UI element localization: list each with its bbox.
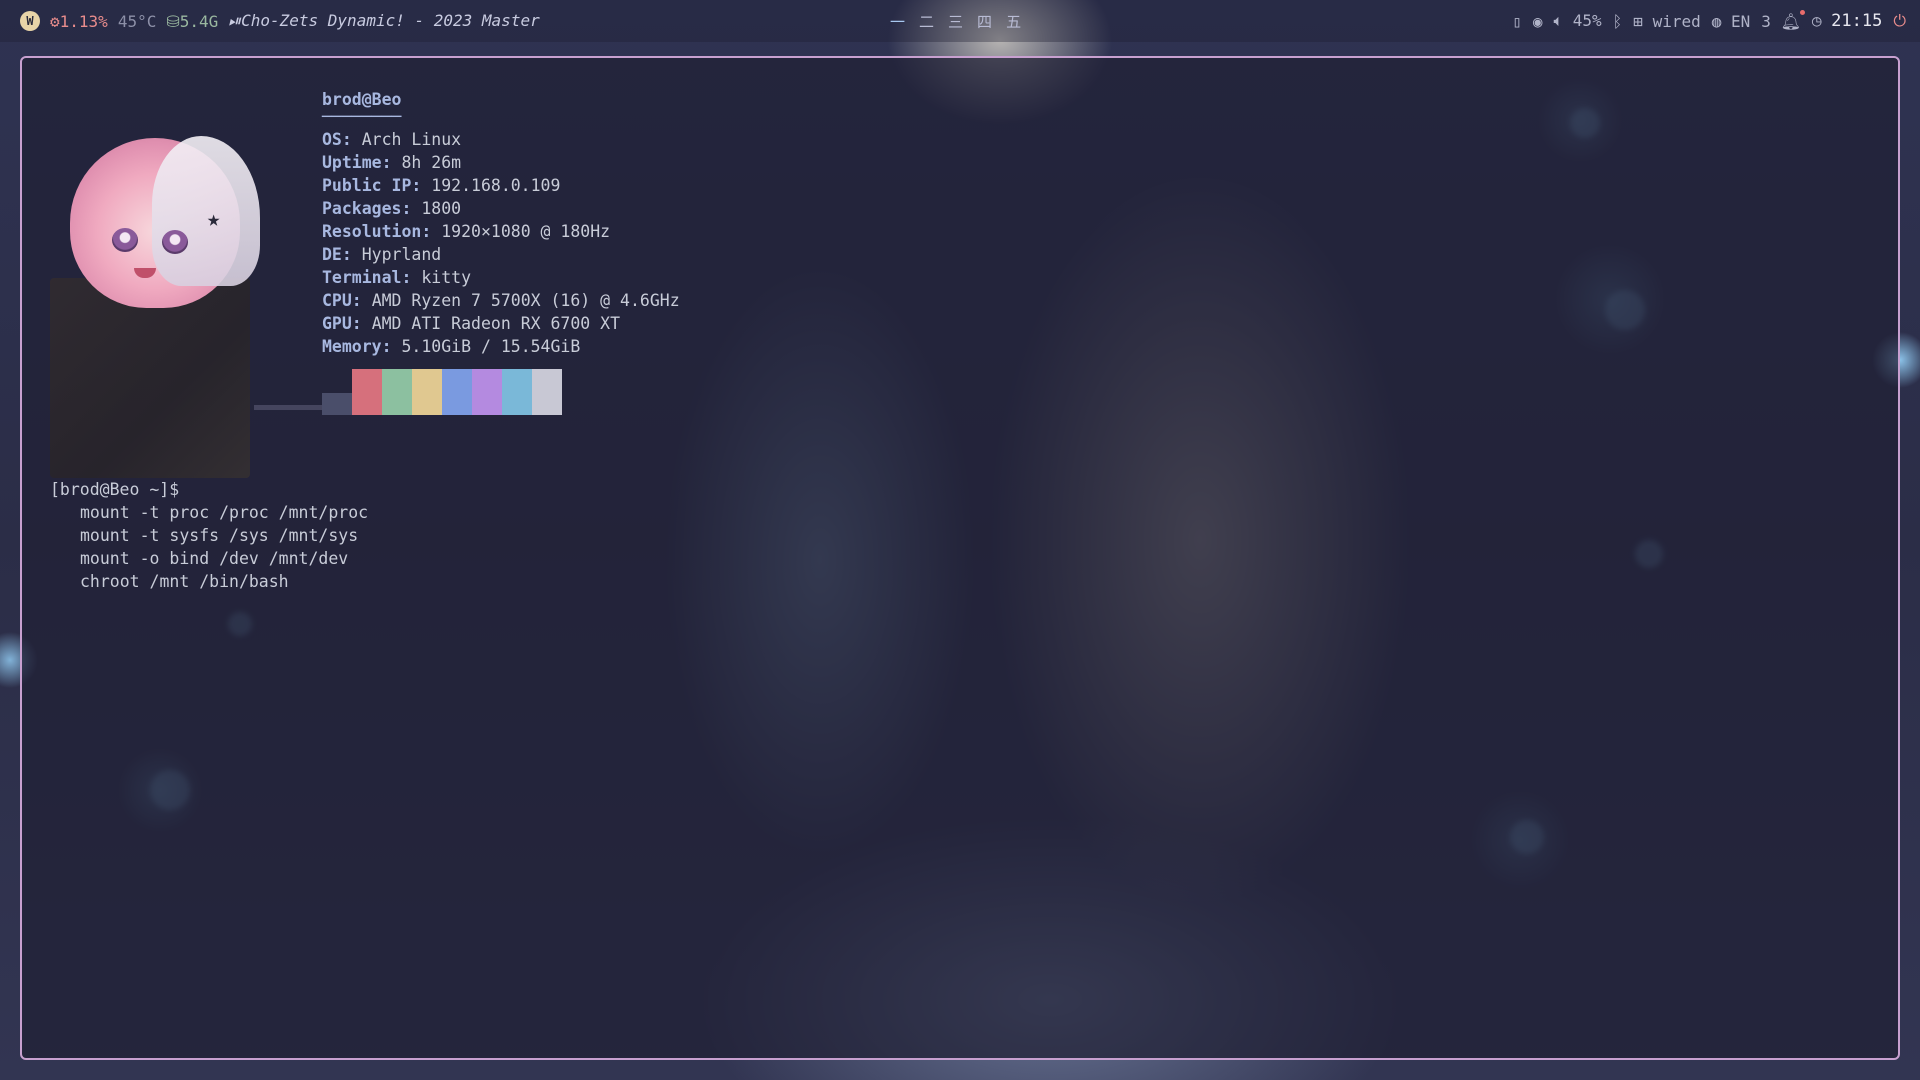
palette-swatch — [382, 369, 412, 415]
disk-value: 5.4G — [179, 11, 219, 31]
fetch-value: 192.168.0.109 — [431, 176, 561, 195]
network[interactable]: ⊞ wired — [1633, 12, 1700, 31]
notifications[interactable]: 3 🔔︎ — [1761, 12, 1801, 31]
palette-swatch — [412, 369, 442, 415]
fetch-key: Resolution: — [322, 222, 432, 241]
language-code: EN — [1731, 11, 1751, 31]
fetch-key: OS: — [322, 130, 352, 149]
ethernet-icon: ⊞ — [1633, 11, 1643, 31]
fetch-row-gpu: GPU: AMD ATI Radeon RX 6700 XT — [322, 312, 680, 335]
fetch-row-public-ip: Public IP: 192.168.0.109 — [322, 174, 680, 197]
discord-icon[interactable]: ◉ — [1533, 12, 1543, 31]
star-icon: ★ — [207, 207, 221, 232]
palette-swatch — [532, 369, 562, 415]
palette-swatch — [502, 369, 532, 415]
shell-command-line: mount -t proc /proc /mnt/proc — [80, 503, 369, 522]
speaker-icon: 🔈︎ — [1553, 11, 1564, 30]
fetch-key: Uptime: — [322, 153, 392, 172]
media-title: Cho-Zets Dynamic! - 2023 Master — [241, 11, 540, 30]
cpu-icon: ⚙ — [50, 11, 60, 31]
fetch-row-os: OS: Arch Linux — [322, 128, 680, 151]
bluetooth-icon[interactable]: ᛒ — [1613, 12, 1623, 31]
fetch-value: 5.10GiB / 15.54GiB — [401, 337, 581, 356]
notification-count: 3 — [1761, 11, 1771, 31]
palette-swatch — [322, 393, 352, 415]
bell-icon: 🔔︎ — [1780, 11, 1801, 31]
logo-background — [50, 278, 250, 478]
fetch-key: Packages: — [322, 199, 412, 218]
workspace-2[interactable]: 二 — [919, 11, 934, 32]
fetch-key: Terminal: — [322, 268, 412, 287]
fetch-key: GPU: — [322, 314, 362, 333]
power-icon[interactable]: ⏻ — [1893, 11, 1906, 31]
cpu-value: 1.13% — [59, 11, 108, 31]
fetch-row-packages: Packages: 1800 — [322, 197, 680, 220]
network-status: wired — [1652, 11, 1701, 31]
fetch-row-de: DE: Hyprland — [322, 243, 680, 266]
workspaces: 一 二 三 四 五 — [890, 11, 1021, 32]
wallpaper-widget-bar — [254, 405, 324, 410]
palette-swatch — [472, 369, 502, 415]
fetch-value: AMD Ryzen 7 5700X (16) @ 4.6GHz — [371, 291, 680, 310]
clock-time: 21:15 — [1831, 11, 1883, 31]
fetch-row-terminal: Terminal: kitty — [322, 266, 680, 289]
fetch-value: Hyprland — [361, 245, 442, 264]
workspace-1[interactable]: 一 — [890, 11, 905, 32]
fetch-row-resolution: Resolution: 1920×1080 @ 180Hz — [322, 220, 680, 243]
fetch-value: Arch Linux — [361, 130, 462, 149]
clock[interactable]: ◷ 21:15 — [1812, 11, 1882, 31]
fetch-info: brod@Beo ──────── OS: Arch Linux Uptime:… — [322, 88, 680, 415]
fetch-key: Memory: — [322, 337, 392, 356]
shell-prompt: [brod@Beo ~]$ — [50, 480, 180, 499]
fetch-row-cpu: CPU: AMD Ryzen 7 5700X (16) @ 4.6GHz — [322, 289, 680, 312]
workspace-4[interactable]: 四 — [977, 11, 992, 32]
disk-usage[interactable]: ⛁5.4G — [166, 12, 218, 31]
volume-value: 45% — [1572, 11, 1602, 30]
palette-swatch — [352, 369, 382, 415]
avatar-right-eye — [162, 230, 188, 254]
palette-swatch — [442, 369, 472, 415]
workspace-5[interactable]: 五 — [1006, 11, 1021, 32]
volume[interactable]: 🔈︎ 45% — [1554, 11, 1602, 31]
terminal-window[interactable]: ★ brod@Beo ──────── OS: Arch Linux Uptim… — [20, 56, 1900, 1060]
fetch-underline: ──────── — [322, 107, 402, 126]
shell-command-line: mount -t sysfs /sys /mnt/sys — [80, 526, 359, 545]
fetch-key: Public IP: — [322, 176, 422, 195]
fetch-value: 1800 — [421, 199, 462, 218]
shell-command-line: chroot /mnt /bin/bash — [80, 572, 289, 591]
workspace-3[interactable]: 三 — [948, 11, 963, 32]
fetch-row-uptime: Uptime: 8h 26m — [322, 151, 680, 174]
top-bar-right: ▯ ◉ 🔈︎ 45% ᛒ ⊞ wired ◍ EN 3 🔔︎ ◷ 21:15 ⏻ — [1512, 11, 1906, 31]
launcher-icon[interactable]: W — [20, 11, 40, 31]
play-pause-icon[interactable]: ⏯ — [228, 11, 241, 30]
shell-command-line: mount -o bind /dev /mnt/dev — [80, 549, 349, 568]
shell-session[interactable]: [brod@Beo ~]$ mount -t proc /proc /mnt/p… — [50, 478, 368, 593]
fetch-value: 1920×1080 @ 180Hz — [441, 222, 611, 241]
disk-icon: ⛁ — [166, 11, 180, 31]
tray-app-icon[interactable]: ▯ — [1512, 12, 1522, 31]
fetch-key: DE: — [322, 245, 352, 264]
fetch-value: AMD ATI Radeon RX 6700 XT — [371, 314, 621, 333]
fetch-value: kitty — [421, 268, 472, 287]
color-palette — [322, 369, 680, 415]
cpu-usage[interactable]: ⚙1.13% — [50, 12, 108, 31]
language[interactable]: ◍ EN — [1712, 12, 1751, 31]
top-bar-left: W ⚙1.13% 45°C ⛁5.4G ⏯Cho-Zets Dynamic! -… — [20, 11, 540, 31]
fetch-value: 8h 26m — [401, 153, 462, 172]
temperature[interactable]: 45°C — [118, 12, 157, 31]
avatar-left-eye — [112, 228, 138, 252]
fetch-row-memory: Memory: 5.10GiB / 15.54GiB — [322, 335, 680, 358]
top-bar: W ⚙1.13% 45°C ⛁5.4G ⏯Cho-Zets Dynamic! -… — [0, 0, 1920, 42]
media-player[interactable]: ⏯Cho-Zets Dynamic! - 2023 Master — [228, 11, 539, 31]
fetch-key: CPU: — [322, 291, 362, 310]
clock-icon: ◷ — [1811, 11, 1822, 30]
globe-icon: ◍ — [1711, 11, 1722, 31]
